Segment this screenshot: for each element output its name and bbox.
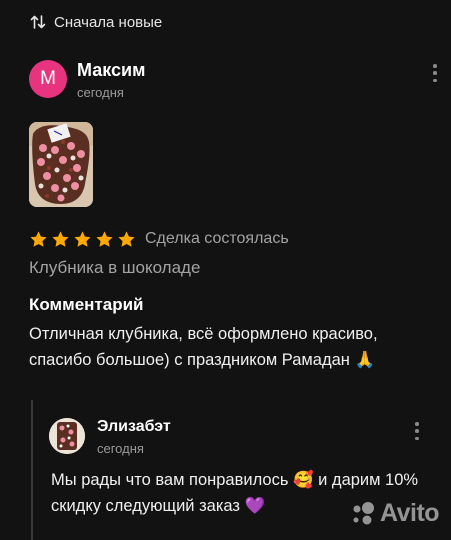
reply-more-icon[interactable] — [412, 422, 422, 440]
star-icon — [118, 230, 135, 247]
star-icon — [96, 230, 113, 247]
review-author-name[interactable]: Максим — [77, 60, 145, 81]
avatar[interactable]: М — [29, 60, 67, 98]
sort-arrows-icon — [30, 14, 46, 30]
avito-watermark: Avito — [350, 498, 440, 528]
review-photo[interactable] — [29, 122, 93, 207]
review-more-icon[interactable] — [430, 64, 440, 82]
star-icon — [74, 230, 91, 247]
sort-control[interactable]: Сначала новые — [30, 11, 162, 33]
reply-author-name[interactable]: Элизабэт — [97, 418, 171, 436]
star-icon — [30, 230, 47, 247]
comment-text: Отличная клубника, всё оформлено красиво… — [29, 325, 378, 369]
watermark-text: Avito — [380, 498, 440, 527]
rating-row: Сделка состоялась — [29, 228, 289, 250]
star-icon — [52, 230, 69, 247]
product-name[interactable]: Клубника в шоколаде — [29, 258, 200, 278]
reply-date: сегодня — [97, 441, 144, 456]
deal-status: Сделка состоялась — [145, 230, 289, 247]
sort-label: Сначала новые — [54, 13, 163, 31]
avito-logo-icon — [353, 502, 374, 525]
review-date: сегодня — [77, 85, 124, 100]
rating-stars — [29, 230, 136, 249]
comment-heading: Комментарий — [29, 295, 144, 314]
reply-avatar[interactable] — [49, 418, 85, 454]
review-header: М Максим сегодня — [29, 60, 437, 102]
